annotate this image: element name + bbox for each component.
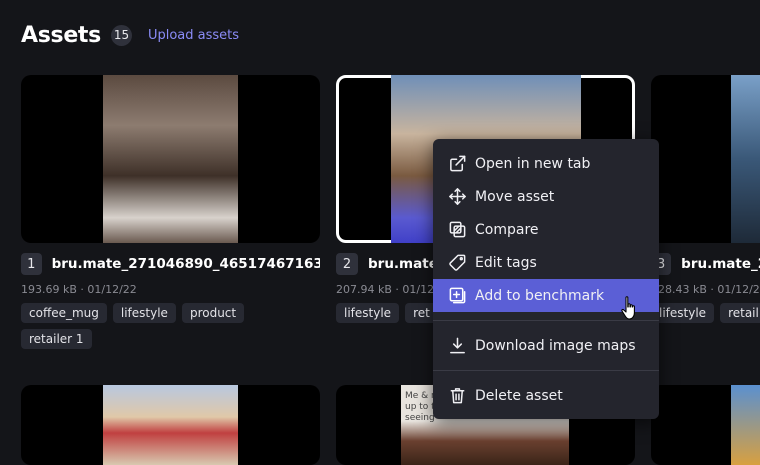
- tag-list: lifestyle retail: [651, 303, 760, 323]
- menu-item-download-image-maps[interactable]: Download image maps: [433, 329, 659, 362]
- menu-item-move-asset[interactable]: Move asset: [433, 180, 659, 213]
- compare-icon: [447, 220, 467, 240]
- tag[interactable]: retail: [720, 303, 760, 323]
- tag[interactable]: retailer 1: [21, 329, 92, 349]
- asset-filename[interactable]: bru.mate_271046890_46517467163...: [52, 256, 320, 272]
- asset-thumbnail-6[interactable]: [651, 385, 760, 465]
- tag[interactable]: lifestyle: [112, 303, 176, 323]
- asset-info: 128.43 kB · 01/12/2: [651, 283, 760, 296]
- tag[interactable]: product: [181, 303, 245, 323]
- asset-thumbnail-3[interactable]: [651, 75, 760, 243]
- asset-image-4: [103, 385, 238, 465]
- asset-image-3: [731, 75, 760, 243]
- asset-card-3[interactable]: 3 bru.mate_2 128.43 kB · 01/12/2 lifesty…: [651, 75, 760, 323]
- tag-icon: [447, 253, 467, 273]
- tag[interactable]: lifestyle: [651, 303, 715, 323]
- asset-thumbnail-4[interactable]: [21, 385, 320, 465]
- asset-number: 1: [21, 253, 42, 275]
- tag-list: coffee_mug lifestyle product retailer 1: [21, 303, 281, 349]
- asset-info: 193.69 kB · 01/12/22: [21, 283, 137, 296]
- asset-count-badge: 15: [110, 24, 132, 46]
- menu-item-open-new-tab[interactable]: Open in new tab: [433, 147, 659, 180]
- asset-card-1[interactable]: 1 bru.mate_271046890_46517467163... 193.…: [21, 75, 320, 349]
- menu-item-compare[interactable]: Compare: [433, 213, 659, 246]
- menu-item-label: Open in new tab: [475, 155, 591, 172]
- asset-image-1: [103, 75, 238, 243]
- upload-assets-link[interactable]: Upload assets: [148, 28, 239, 43]
- menu-item-label: Compare: [475, 221, 539, 238]
- trash-icon: [447, 386, 467, 406]
- menu-item-delete-asset[interactable]: Delete asset: [433, 379, 659, 412]
- page-header: Assets 15 Upload assets: [21, 20, 239, 50]
- menu-item-label: Delete asset: [475, 387, 563, 404]
- download-icon: [447, 336, 467, 356]
- tag[interactable]: coffee_mug: [21, 303, 107, 323]
- asset-thumbnail-1[interactable]: [21, 75, 320, 243]
- menu-item-edit-tags[interactable]: Edit tags: [433, 246, 659, 279]
- tag[interactable]: lifestyle: [336, 303, 400, 323]
- add-benchmark-icon: [447, 286, 467, 306]
- page-title: Assets: [21, 22, 101, 48]
- asset-number: 2: [336, 253, 358, 275]
- menu-item-label: Move asset: [475, 188, 555, 205]
- menu-item-label: Add to benchmark: [475, 287, 605, 304]
- menu-divider: [433, 370, 659, 371]
- move-arrows-icon: [447, 187, 467, 207]
- hand-cursor-icon: [621, 296, 635, 320]
- asset-filename[interactable]: bru.mate_2: [681, 256, 760, 272]
- context-menu: Open in new tab Move asset Compare Edit …: [433, 139, 659, 419]
- menu-item-label: Edit tags: [475, 254, 537, 271]
- asset-image-6: [731, 385, 760, 465]
- external-link-icon: [447, 154, 467, 174]
- menu-item-label: Download image maps: [475, 337, 636, 354]
